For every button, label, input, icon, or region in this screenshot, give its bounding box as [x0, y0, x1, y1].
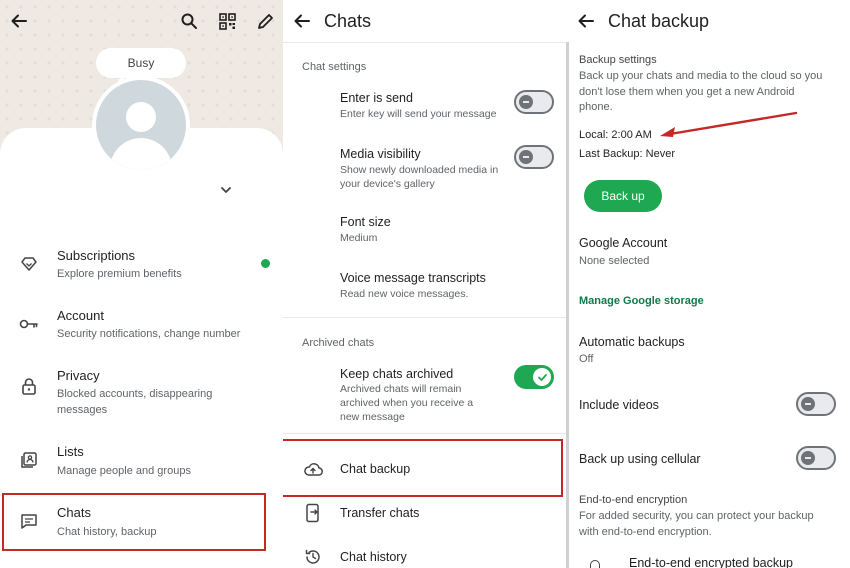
setting-subtitle: Medium [340, 232, 378, 244]
edit-pencil-icon[interactable] [254, 10, 276, 32]
toggle-knob [519, 150, 533, 164]
highlight-box-chats [2, 493, 266, 551]
lock-icon [18, 375, 40, 397]
avatar-head-shape [126, 102, 156, 132]
toggle-keep-archived[interactable] [514, 365, 554, 389]
annotation-arrow [660, 111, 798, 137]
scroll-edge [566, 42, 569, 568]
avatar-body-shape [110, 138, 172, 170]
backup-cellular-label: Back up using cellular [579, 452, 701, 466]
profile-panel: Busy Subscriptions Explore premium benef… [0, 0, 283, 568]
e2e-backup-item[interactable]: End-to-end encrypted backup [629, 556, 793, 568]
page-title: Chats [324, 11, 372, 31]
key-icon [18, 313, 40, 335]
menu-item-title: Lists [57, 444, 84, 459]
phone-transfer-icon [303, 503, 323, 523]
chat-backup-panel: Chat backup Backup settings Back up your… [566, 0, 850, 568]
back-arrow-icon[interactable] [291, 10, 313, 32]
chevron-down-icon[interactable] [219, 183, 233, 202]
section-divider [283, 433, 566, 434]
menu-item-subtitle: Blocked accounts, disappearing messages [57, 388, 213, 416]
menu-item-subscriptions[interactable]: Subscriptions Explore premium benefits [0, 240, 283, 300]
section-header-archived: Archived chats [302, 337, 375, 349]
section-header-backup-settings: Backup settings [579, 54, 657, 66]
chat-history-item[interactable]: Chat history [340, 550, 407, 564]
setting-subtitle: Enter key will send your message [340, 108, 497, 120]
section-header-chat-settings: Chat settings [302, 61, 367, 73]
include-videos-label: Include videos [579, 398, 659, 412]
setting-subtitle: Read new voice messages. [340, 288, 469, 300]
diamond-icon [18, 253, 40, 275]
menu-item-title: Account [57, 308, 104, 323]
menu-item-subtitle: Security notifications, change number [57, 328, 241, 340]
google-account-title[interactable]: Google Account [579, 236, 667, 250]
setting-enter-is-send[interactable]: Enter is send [340, 91, 413, 105]
automatic-backups-title[interactable]: Automatic backups [579, 335, 685, 349]
setting-media-visibility[interactable]: Media visibility [340, 147, 421, 161]
automatic-backups-value: Off [579, 353, 594, 365]
setting-font-size[interactable]: Font size [340, 215, 391, 229]
toggle-knob [801, 451, 815, 465]
setting-subtitle: Archived chats will remain archived when… [340, 383, 474, 423]
menu-item-account[interactable]: Account Security notifications, change n… [0, 300, 283, 360]
qr-code-icon[interactable] [216, 10, 238, 32]
setting-voice-transcripts[interactable]: Voice message transcripts [340, 271, 486, 285]
section-header-e2e: End-to-end encryption [579, 494, 688, 506]
search-icon[interactable] [178, 10, 200, 32]
back-arrow-icon[interactable] [575, 10, 597, 32]
e2e-description: For added security, you can protect your… [579, 510, 814, 538]
last-backup-text: Last Backup: Never [579, 148, 675, 160]
menu-item-title: Subscriptions [57, 248, 136, 263]
menu-item-privacy[interactable]: Privacy Blocked accounts, disappearing m… [0, 360, 283, 425]
status-bubble[interactable]: Busy [96, 48, 186, 78]
lists-icon [18, 449, 40, 471]
menu-item-title: Privacy [57, 368, 100, 383]
toggle-enter-is-send[interactable] [514, 90, 554, 114]
new-badge-dot [261, 259, 270, 268]
lock-icon [590, 560, 600, 568]
highlight-box-chat-backup [283, 439, 563, 497]
setting-subtitle: Show newly downloaded media in your devi… [340, 164, 499, 190]
toggle-media-visibility[interactable] [514, 145, 554, 169]
history-icon [303, 547, 323, 567]
page-title: Chat backup [608, 11, 710, 31]
toggle-knob [519, 95, 533, 109]
chats-settings-panel: Chats Chat settings Enter is send Enter … [283, 0, 566, 568]
menu-item-subtitle: Explore premium benefits [57, 268, 182, 280]
toggle-knob [801, 397, 815, 411]
back-arrow-icon[interactable] [8, 10, 30, 32]
toggle-backup-cellular[interactable] [796, 446, 836, 470]
manage-google-storage-link[interactable]: Manage Google storage [579, 295, 704, 307]
toggle-include-videos[interactable] [796, 392, 836, 416]
local-backup-time: Local: 2:00 AM [579, 129, 652, 141]
menu-item-subtitle: Manage people and groups [57, 465, 191, 477]
menu-item-lists[interactable]: Lists Manage people and groups [0, 436, 283, 496]
setting-keep-archived[interactable]: Keep chats archived [340, 367, 453, 381]
toggle-knob [533, 368, 551, 386]
transfer-chats-item[interactable]: Transfer chats [340, 506, 419, 520]
appbar-divider [283, 42, 566, 43]
avatar[interactable] [92, 76, 190, 174]
google-account-value: None selected [579, 255, 650, 267]
section-divider [283, 317, 566, 318]
backup-button[interactable]: Back up [584, 180, 662, 212]
